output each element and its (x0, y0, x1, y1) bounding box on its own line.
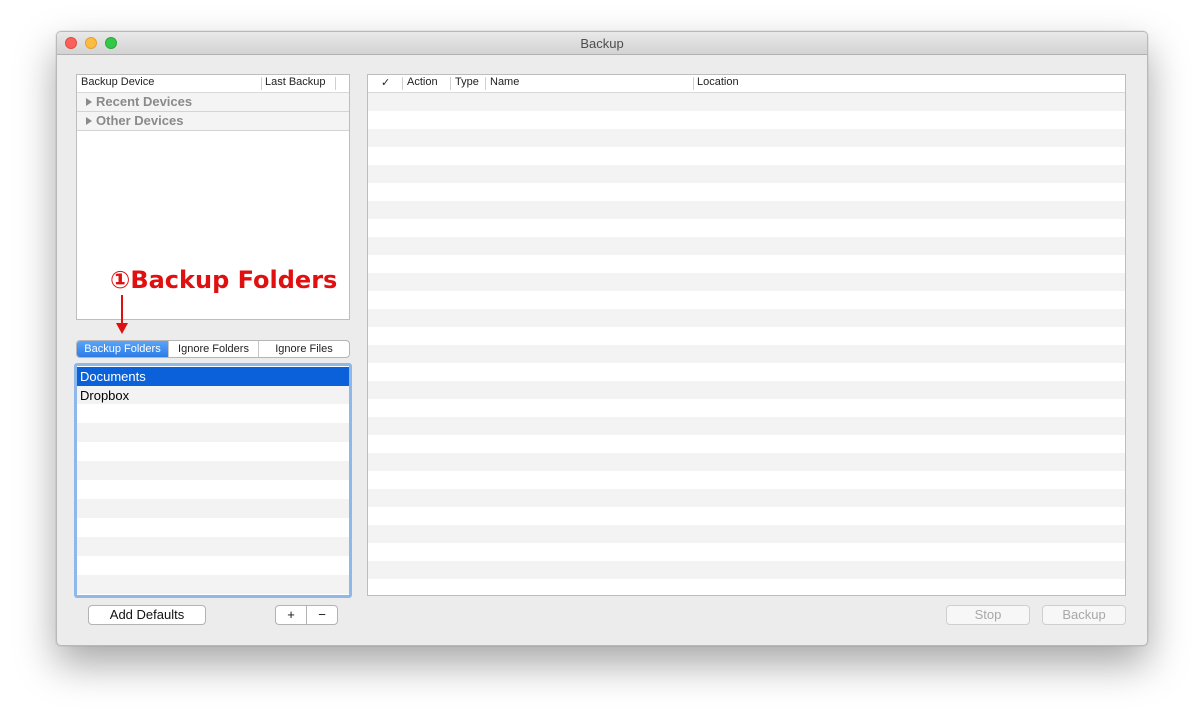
disclosure-triangle-icon[interactable] (86, 117, 92, 125)
annotation-label: ①Backup Folders (110, 266, 338, 294)
backup-button[interactable]: Backup (1042, 605, 1126, 625)
window-title: Backup (580, 36, 624, 51)
results-table[interactable]: ✓ Action Type Name Location (367, 74, 1126, 596)
results-rows (368, 93, 1125, 595)
group-other-devices[interactable]: Other Devices (77, 112, 349, 131)
folder-type-tabs: Backup Folders Ignore Folders Ignore Fil… (76, 340, 350, 358)
column-header-action[interactable]: Action (407, 76, 438, 88)
column-header-backup-device[interactable]: Backup Device (81, 76, 154, 88)
annotation-arrow-line (121, 295, 123, 325)
disclosure-triangle-icon[interactable] (86, 98, 92, 106)
stop-button[interactable]: Stop (946, 605, 1030, 625)
column-header-last-backup[interactable]: Last Backup (265, 76, 326, 88)
group-recent-devices[interactable]: Recent Devices (77, 93, 349, 112)
add-folder-button[interactable]: + (275, 605, 307, 625)
annotation-arrow-head-icon (116, 323, 128, 334)
group-label: Recent Devices (96, 94, 193, 109)
device-list-header: Backup Device Last Backup (77, 75, 349, 93)
title-bar[interactable]: Backup (57, 32, 1147, 55)
results-header: ✓ Action Type Name Location (368, 75, 1125, 93)
tab-backup-folders[interactable]: Backup Folders (77, 341, 168, 357)
add-defaults-button[interactable]: Add Defaults (88, 605, 206, 625)
column-header-location[interactable]: Location (697, 76, 739, 88)
backup-folder-list[interactable]: Documents Dropbox (74, 363, 352, 598)
column-header-check[interactable]: ✓ (381, 76, 390, 89)
list-item[interactable]: Documents (77, 367, 349, 386)
list-item[interactable]: Dropbox (77, 386, 349, 405)
column-header-name[interactable]: Name (490, 76, 519, 88)
tab-ignore-folders[interactable]: Ignore Folders (169, 341, 258, 357)
tab-ignore-files[interactable]: Ignore Files (259, 341, 349, 357)
column-header-type[interactable]: Type (455, 76, 479, 88)
group-label: Other Devices (96, 113, 184, 128)
remove-folder-button[interactable]: − (306, 605, 338, 625)
